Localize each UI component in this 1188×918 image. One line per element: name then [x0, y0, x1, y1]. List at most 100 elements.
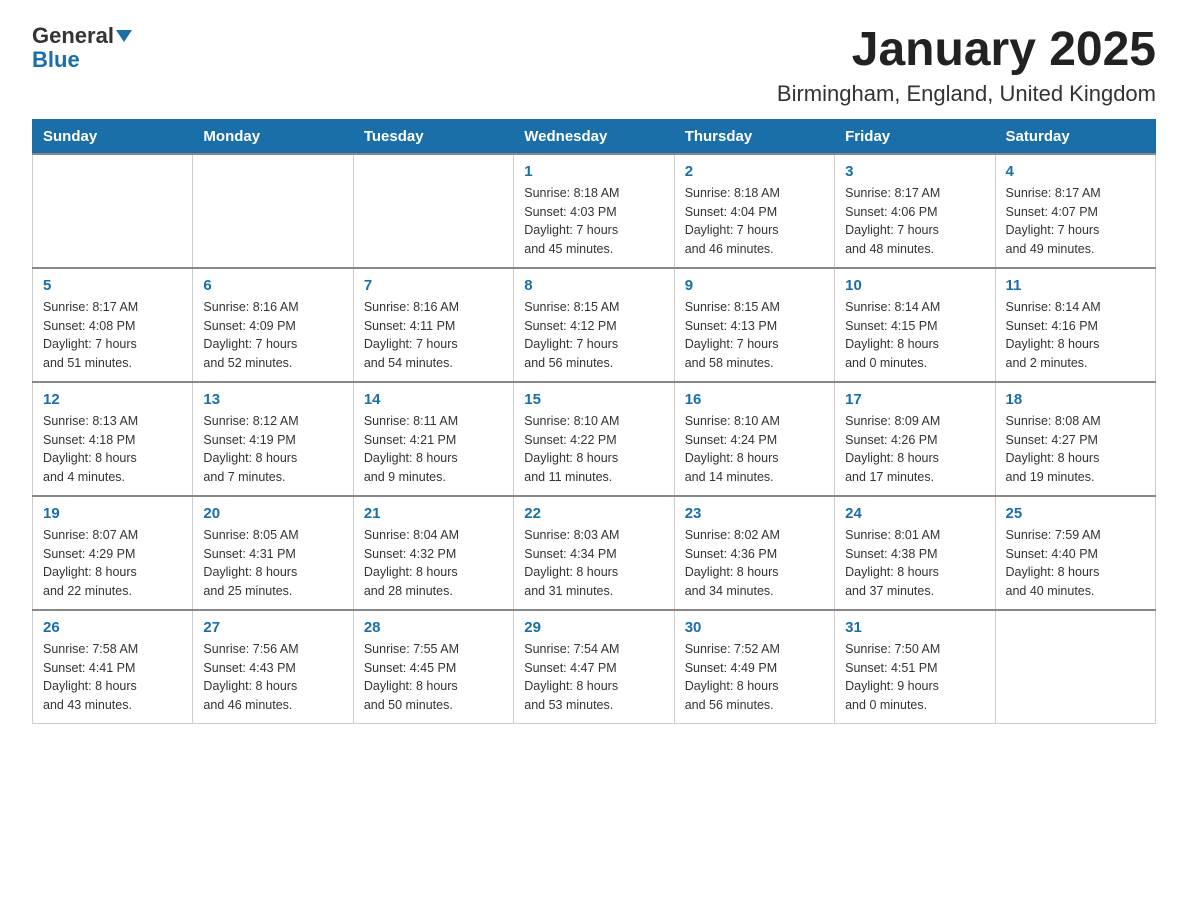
day-cell-25: 25 Sunrise: 7:59 AM Sunset: 4:40 PM Dayli… [995, 496, 1155, 610]
empty-cell [995, 610, 1155, 724]
header-day-tuesday: Tuesday [353, 119, 513, 154]
day-cell-23: 23 Sunrise: 8:02 AM Sunset: 4:36 PM Dayli… [674, 496, 834, 610]
calendar-title: January 2025 [777, 24, 1156, 77]
day-number: 10 [845, 277, 984, 294]
calendar-table: SundayMondayTuesdayWednesdayThursdayFrid… [32, 119, 1156, 724]
day-number: 16 [685, 391, 824, 408]
day-number: 9 [685, 277, 824, 294]
week-row-3: 12 Sunrise: 8:13 AM Sunset: 4:18 PM Dayli… [33, 382, 1156, 496]
day-info: Sunrise: 8:02 AM Sunset: 4:36 PM Dayligh… [685, 526, 824, 601]
header-day-thursday: Thursday [674, 119, 834, 154]
day-number: 20 [203, 505, 342, 522]
header-day-sunday: Sunday [33, 119, 193, 154]
day-cell-27: 27Sunrise: 7:56 AM Sunset: 4:43 PM Dayli… [193, 610, 353, 724]
day-cell-28: 28 Sunrise: 7:55 AM Sunset: 4:45 PM Dayli… [353, 610, 513, 724]
day-cell-24: 24 Sunrise: 8:01 AM Sunset: 4:38 PM Dayli… [835, 496, 995, 610]
title-block: January 2025 Birmingham, England, United… [777, 24, 1156, 107]
day-number: 21 [364, 505, 503, 522]
logo-blue-text: Blue [32, 47, 80, 72]
day-info: Sunrise: 8:07 AM Sunset: 4:29 PM Dayligh… [43, 526, 182, 601]
header-day-wednesday: Wednesday [514, 119, 674, 154]
page-header: General Blue January 2025 Birmingham, En… [32, 24, 1156, 107]
day-cell-10: 10 Sunrise: 8:14 AM Sunset: 4:15 PM Dayli… [835, 268, 995, 382]
day-info: Sunrise: 8:01 AM Sunset: 4:38 PM Dayligh… [845, 526, 984, 601]
day-info: Sunrise: 7:58 AM Sunset: 4:41 PM Dayligh… [43, 640, 182, 715]
day-number: 26 [43, 619, 182, 636]
day-cell-30: 30Sunrise: 7:52 AM Sunset: 4:49 PM Dayli… [674, 610, 834, 724]
day-cell-7: 7 Sunrise: 8:16 AM Sunset: 4:11 PM Daylig… [353, 268, 513, 382]
day-number: 12 [43, 391, 182, 408]
day-number: 19 [43, 505, 182, 522]
day-info: Sunrise: 7:59 AM Sunset: 4:40 PM Dayligh… [1006, 526, 1145, 601]
day-info: Sunrise: 8:04 AM Sunset: 4:32 PM Dayligh… [364, 526, 503, 601]
day-number: 22 [524, 505, 663, 522]
day-info: Sunrise: 8:17 AM Sunset: 4:08 PM Dayligh… [43, 298, 182, 373]
header-day-saturday: Saturday [995, 119, 1155, 154]
day-cell-6: 6Sunrise: 8:16 AM Sunset: 4:09 PM Daylig… [193, 268, 353, 382]
day-cell-9: 9 Sunrise: 8:15 AM Sunset: 4:13 PM Daylig… [674, 268, 834, 382]
day-number: 17 [845, 391, 984, 408]
day-number: 31 [845, 619, 984, 636]
day-cell-26: 26 Sunrise: 7:58 AM Sunset: 4:41 PM Dayli… [33, 610, 193, 724]
day-info: Sunrise: 8:16 AM Sunset: 4:11 PM Dayligh… [364, 298, 503, 373]
day-cell-13: 13 Sunrise: 8:12 AM Sunset: 4:19 PM Dayli… [193, 382, 353, 496]
day-cell-4: 4 Sunrise: 8:17 AM Sunset: 4:07 PM Daylig… [995, 154, 1155, 268]
day-cell-8: 8 Sunrise: 8:15 AM Sunset: 4:12 PM Daylig… [514, 268, 674, 382]
day-cell-11: 11Sunrise: 8:14 AM Sunset: 4:16 PM Dayli… [995, 268, 1155, 382]
day-cell-3: 3Sunrise: 8:17 AM Sunset: 4:06 PM Daylig… [835, 154, 995, 268]
day-number: 25 [1006, 505, 1145, 522]
day-info: Sunrise: 8:10 AM Sunset: 4:22 PM Dayligh… [524, 412, 663, 487]
day-cell-16: 16 Sunrise: 8:10 AM Sunset: 4:24 PM Dayli… [674, 382, 834, 496]
day-number: 30 [685, 619, 824, 636]
day-info: Sunrise: 8:03 AM Sunset: 4:34 PM Dayligh… [524, 526, 663, 601]
day-number: 29 [524, 619, 663, 636]
day-cell-12: 12 Sunrise: 8:13 AM Sunset: 4:18 PM Dayli… [33, 382, 193, 496]
day-info: Sunrise: 7:54 AM Sunset: 4:47 PM Dayligh… [524, 640, 663, 715]
day-info: Sunrise: 8:13 AM Sunset: 4:18 PM Dayligh… [43, 412, 182, 487]
day-info: Sunrise: 8:08 AM Sunset: 4:27 PM Dayligh… [1006, 412, 1145, 487]
logo-triangle-icon [116, 30, 132, 42]
day-number: 8 [524, 277, 663, 294]
day-info: Sunrise: 8:14 AM Sunset: 4:15 PM Dayligh… [845, 298, 984, 373]
day-number: 2 [685, 163, 824, 180]
day-number: 27 [203, 619, 342, 636]
day-info: Sunrise: 8:12 AM Sunset: 4:19 PM Dayligh… [203, 412, 342, 487]
day-number: 4 [1006, 163, 1145, 180]
day-number: 13 [203, 391, 342, 408]
empty-cell [193, 154, 353, 268]
day-cell-31: 31Sunrise: 7:50 AM Sunset: 4:51 PM Dayli… [835, 610, 995, 724]
day-info: Sunrise: 8:14 AM Sunset: 4:16 PM Dayligh… [1006, 298, 1145, 373]
day-number: 15 [524, 391, 663, 408]
empty-cell [353, 154, 513, 268]
day-info: Sunrise: 8:11 AM Sunset: 4:21 PM Dayligh… [364, 412, 503, 487]
day-number: 23 [685, 505, 824, 522]
day-info: Sunrise: 8:17 AM Sunset: 4:07 PM Dayligh… [1006, 184, 1145, 259]
day-cell-19: 19 Sunrise: 8:07 AM Sunset: 4:29 PM Dayli… [33, 496, 193, 610]
day-number: 6 [203, 277, 342, 294]
day-cell-1: 1Sunrise: 8:18 AM Sunset: 4:03 PM Daylig… [514, 154, 674, 268]
week-row-1: 1Sunrise: 8:18 AM Sunset: 4:03 PM Daylig… [33, 154, 1156, 268]
day-cell-5: 5 Sunrise: 8:17 AM Sunset: 4:08 PM Daylig… [33, 268, 193, 382]
day-info: Sunrise: 8:15 AM Sunset: 4:12 PM Dayligh… [524, 298, 663, 373]
day-cell-18: 18Sunrise: 8:08 AM Sunset: 4:27 PM Dayli… [995, 382, 1155, 496]
day-cell-22: 22 Sunrise: 8:03 AM Sunset: 4:34 PM Dayli… [514, 496, 674, 610]
calendar-subtitle: Birmingham, England, United Kingdom [777, 81, 1156, 107]
week-row-5: 26 Sunrise: 7:58 AM Sunset: 4:41 PM Dayli… [33, 610, 1156, 724]
day-cell-17: 17Sunrise: 8:09 AM Sunset: 4:26 PM Dayli… [835, 382, 995, 496]
calendar-body: 1Sunrise: 8:18 AM Sunset: 4:03 PM Daylig… [33, 154, 1156, 724]
day-cell-21: 21 Sunrise: 8:04 AM Sunset: 4:32 PM Dayli… [353, 496, 513, 610]
day-number: 24 [845, 505, 984, 522]
day-number: 28 [364, 619, 503, 636]
day-cell-20: 20 Sunrise: 8:05 AM Sunset: 4:31 PM Dayli… [193, 496, 353, 610]
header-day-monday: Monday [193, 119, 353, 154]
empty-cell [33, 154, 193, 268]
day-number: 5 [43, 277, 182, 294]
day-info: Sunrise: 8:10 AM Sunset: 4:24 PM Dayligh… [685, 412, 824, 487]
day-number: 7 [364, 277, 503, 294]
day-info: Sunrise: 7:55 AM Sunset: 4:45 PM Dayligh… [364, 640, 503, 715]
day-info: Sunrise: 8:15 AM Sunset: 4:13 PM Dayligh… [685, 298, 824, 373]
day-info: Sunrise: 8:05 AM Sunset: 4:31 PM Dayligh… [203, 526, 342, 601]
day-cell-14: 14Sunrise: 8:11 AM Sunset: 4:21 PM Dayli… [353, 382, 513, 496]
day-number: 3 [845, 163, 984, 180]
day-info: Sunrise: 8:18 AM Sunset: 4:04 PM Dayligh… [685, 184, 824, 259]
